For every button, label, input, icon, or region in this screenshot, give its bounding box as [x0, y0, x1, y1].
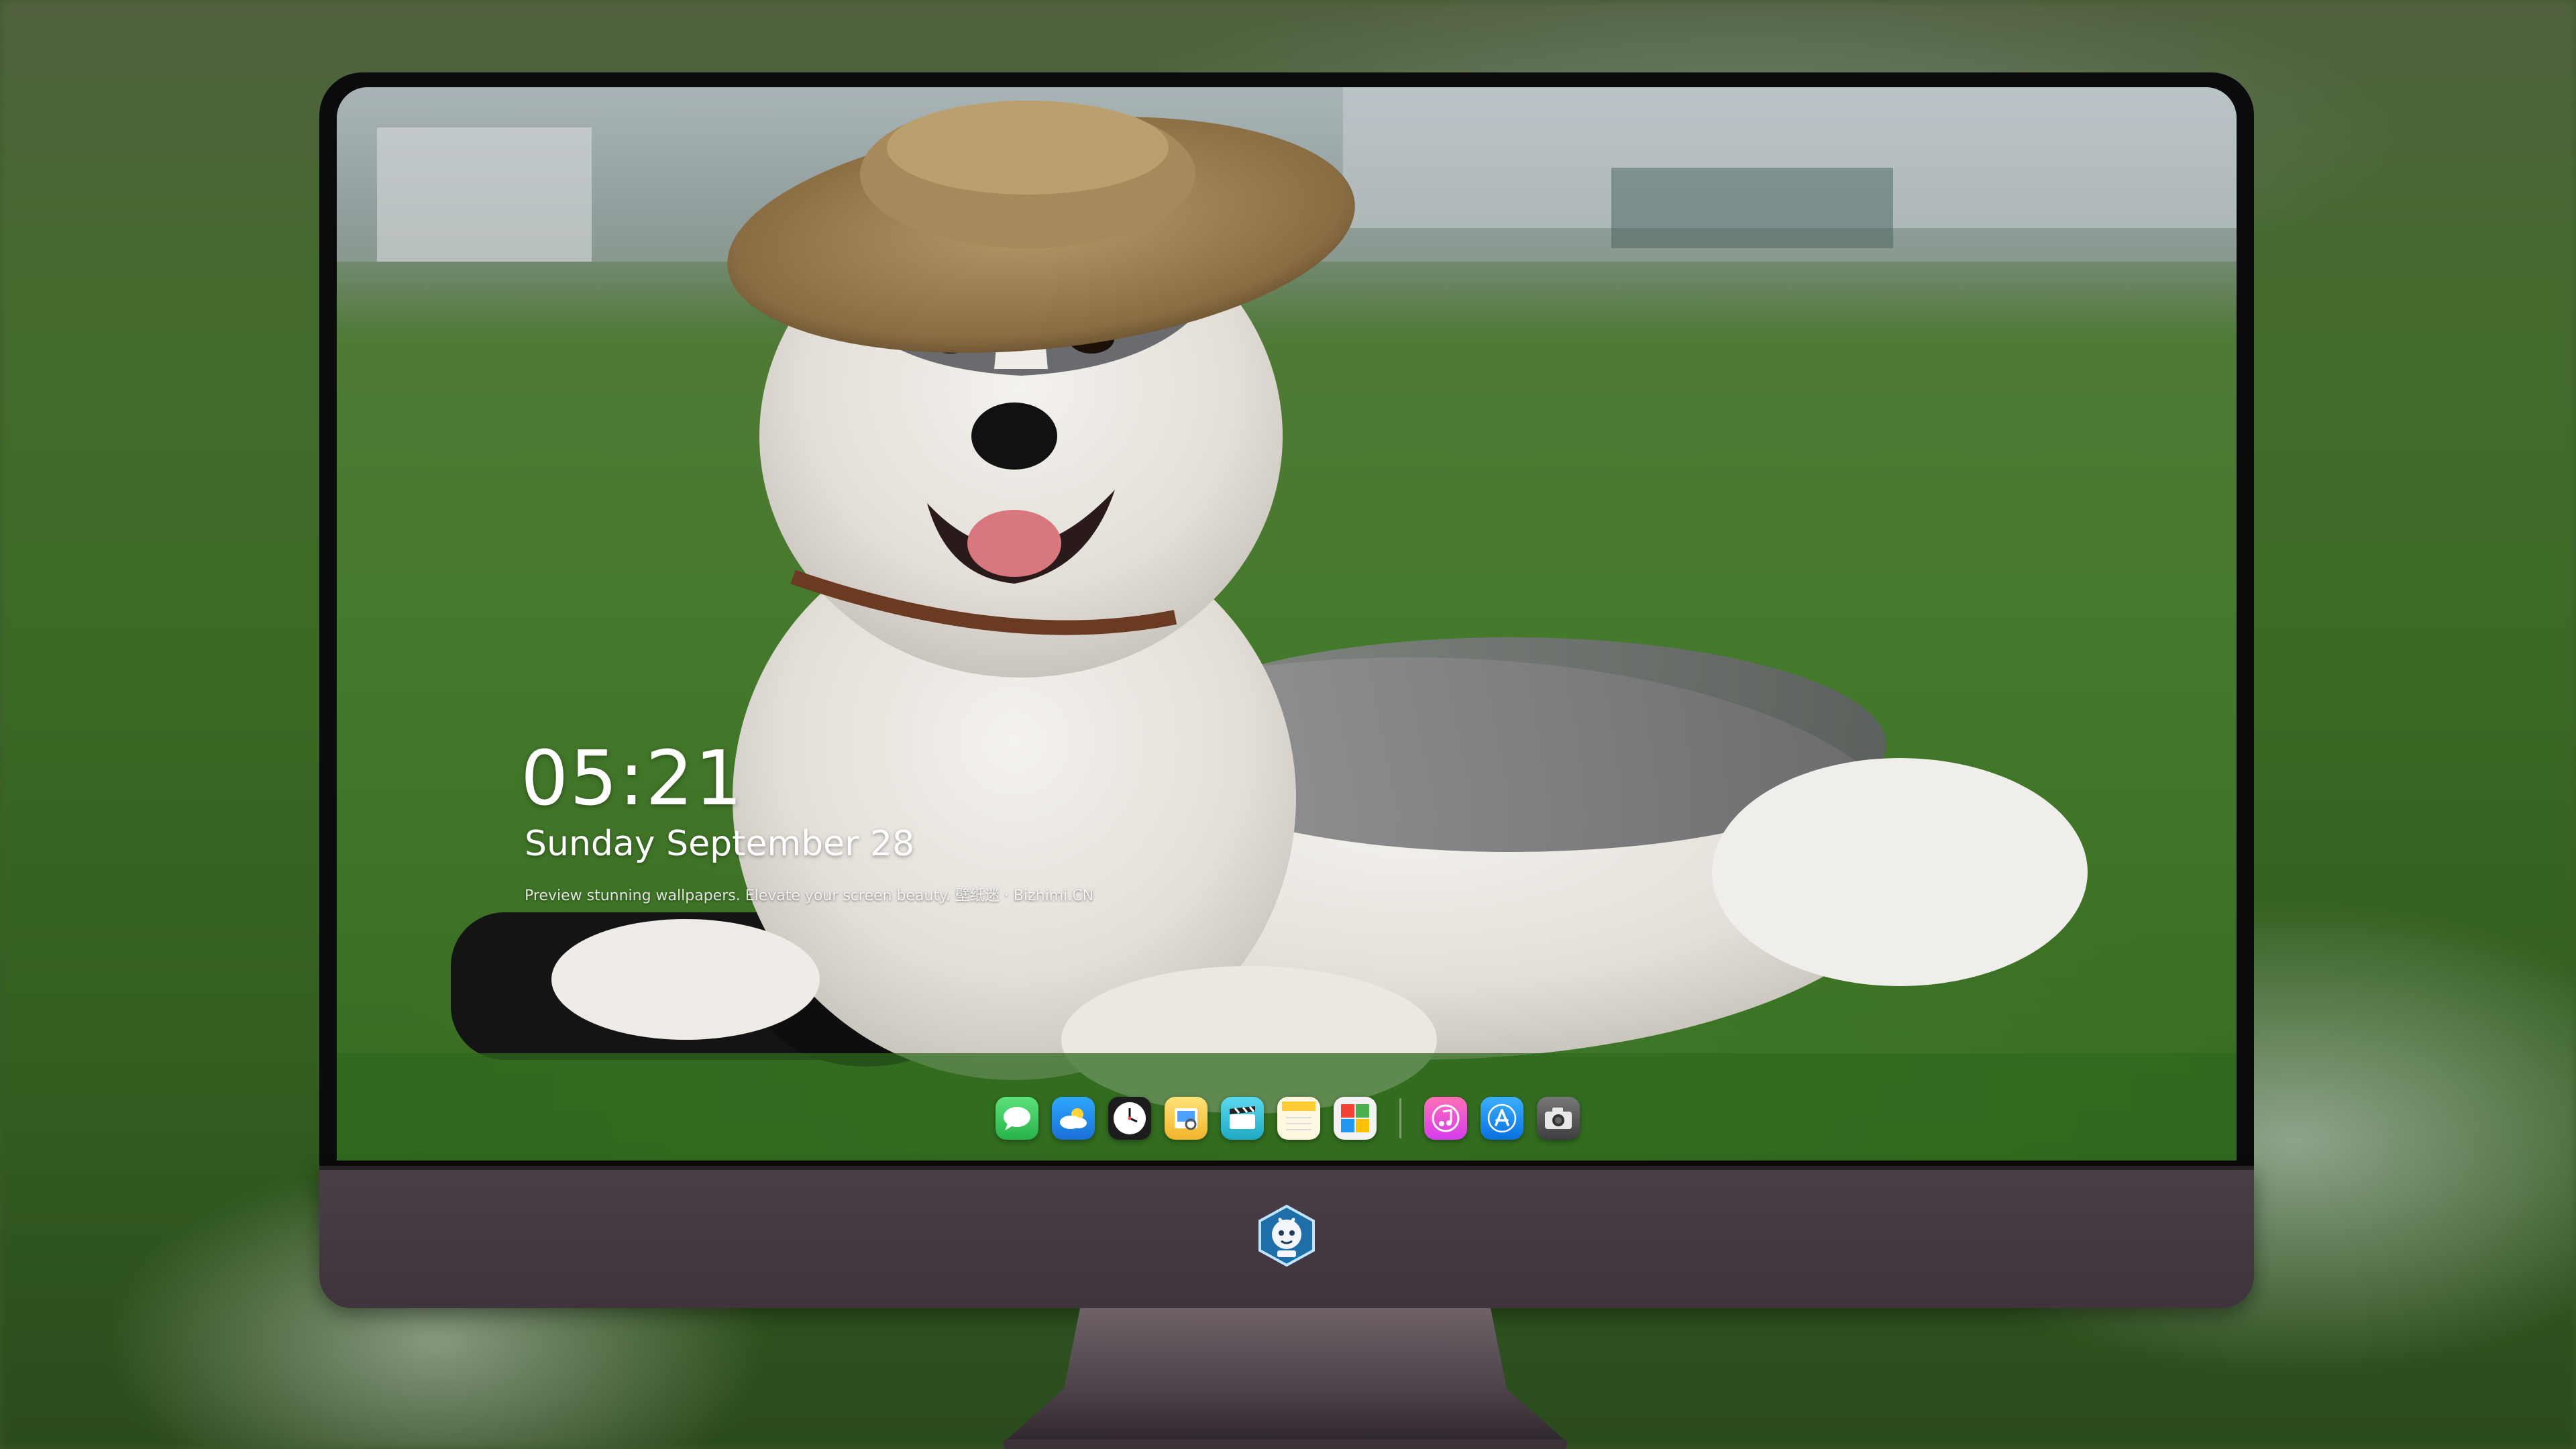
clock-icon[interactable] [1108, 1097, 1151, 1140]
preview-icon[interactable] [1165, 1097, 1208, 1140]
music-icon[interactable] [1424, 1097, 1467, 1140]
monitor: 05:21 Sunday September 28 Preview stunni… [319, 72, 2254, 1308]
monitor-stand [1004, 1308, 1567, 1449]
weather-icon[interactable] [1052, 1097, 1095, 1140]
photo-booth-icon[interactable] [1334, 1097, 1377, 1140]
lock-screen-date: Sunday September 28 [525, 824, 915, 864]
lock-screen-time: 05:21 [521, 735, 744, 822]
dock-separator [1399, 1098, 1401, 1138]
camera-icon[interactable] [1537, 1097, 1580, 1140]
wallpaper-husky-image [337, 87, 2237, 1161]
monitor-chin [319, 1166, 2254, 1308]
wallpaper-tagline: Preview stunning wallpapers. Elevate you… [525, 888, 1094, 904]
messages-icon[interactable] [996, 1097, 1038, 1140]
clips-icon[interactable] [1221, 1097, 1264, 1140]
notes-icon[interactable] [1277, 1097, 1320, 1140]
monitor-bezel: 05:21 Sunday September 28 Preview stunni… [319, 72, 2254, 1166]
app-store-icon[interactable] [1481, 1097, 1523, 1140]
dock [986, 1087, 1589, 1150]
chin-divider [319, 1166, 2254, 1170]
lock-screen[interactable]: 05:21 Sunday September 28 Preview stunni… [337, 87, 2237, 1161]
brand-logo [1258, 1204, 1315, 1267]
